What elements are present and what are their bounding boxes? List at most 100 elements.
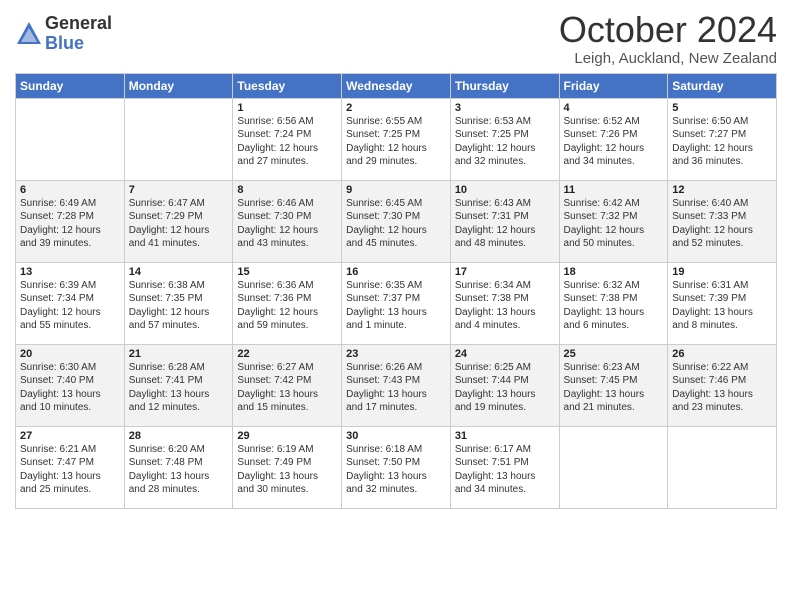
day-header: Saturday bbox=[668, 73, 777, 98]
day-number: 2 bbox=[346, 102, 446, 114]
location: Leigh, Auckland, New Zealand bbox=[559, 50, 777, 67]
day-number: 29 bbox=[237, 430, 337, 442]
day-number: 17 bbox=[455, 266, 555, 278]
calendar-cell: 5 Sunrise: 6:50 AM Sunset: 7:27 PM Daylig… bbox=[668, 98, 777, 180]
calendar-cell: 31 Sunrise: 6:17 AM Sunset: 7:51 PM Dayli… bbox=[450, 426, 559, 508]
page: General Blue October 2024 Leigh, Aucklan… bbox=[0, 0, 792, 612]
calendar-cell: 13Sunrise: 6:39 AM Sunset: 7:34 PM Dayli… bbox=[16, 262, 125, 344]
day-info: Sunrise: 6:18 AM Sunset: 7:50 PM Dayligh… bbox=[346, 444, 427, 496]
day-info: Sunrise: 6:26 AM Sunset: 7:43 PM Dayligh… bbox=[346, 362, 427, 414]
month-title: October 2024 bbox=[559, 10, 777, 50]
logo: General Blue bbox=[15, 14, 112, 54]
day-info: Sunrise: 6:34 AM Sunset: 7:38 PM Dayligh… bbox=[455, 280, 536, 332]
week-row: 1 Sunrise: 6:56 AM Sunset: 7:24 PM Daylig… bbox=[16, 98, 777, 180]
day-number: 5 bbox=[672, 102, 772, 114]
day-header: Thursday bbox=[450, 73, 559, 98]
day-number: 16 bbox=[346, 266, 446, 278]
calendar-cell: 27 Sunrise: 6:21 AM Sunset: 7:47 PM Dayli… bbox=[16, 426, 125, 508]
day-number: 3 bbox=[455, 102, 555, 114]
calendar-cell: 2 Sunrise: 6:55 AM Sunset: 7:25 PM Daylig… bbox=[342, 98, 451, 180]
calendar-cell: 25 Sunrise: 6:23 AM Sunset: 7:45 PM Dayli… bbox=[559, 344, 668, 426]
week-row: 13Sunrise: 6:39 AM Sunset: 7:34 PM Dayli… bbox=[16, 262, 777, 344]
day-number: 14 bbox=[129, 266, 229, 278]
calendar-cell: 23 Sunrise: 6:26 AM Sunset: 7:43 PM Dayli… bbox=[342, 344, 451, 426]
day-info: Sunrise: 6:30 AM Sunset: 7:40 PM Dayligh… bbox=[20, 362, 101, 414]
logo-general: General bbox=[45, 14, 112, 34]
logo-icon bbox=[15, 20, 43, 48]
calendar-cell: 18 Sunrise: 6:32 AM Sunset: 7:38 PM Dayli… bbox=[559, 262, 668, 344]
day-info: Sunrise: 6:43 AM Sunset: 7:31 PM Dayligh… bbox=[455, 198, 536, 250]
day-number: 8 bbox=[237, 184, 337, 196]
day-info: Sunrise: 6:49 AM Sunset: 7:28 PM Dayligh… bbox=[20, 198, 101, 250]
calendar-cell: 14 Sunrise: 6:38 AM Sunset: 7:35 PM Dayli… bbox=[124, 262, 233, 344]
calendar-cell bbox=[16, 98, 125, 180]
calendar-cell: 30Sunrise: 6:18 AM Sunset: 7:50 PM Dayli… bbox=[342, 426, 451, 508]
day-number: 18 bbox=[564, 266, 664, 278]
calendar-cell: 16 Sunrise: 6:35 AM Sunset: 7:37 PM Dayli… bbox=[342, 262, 451, 344]
day-info: Sunrise: 6:25 AM Sunset: 7:44 PM Dayligh… bbox=[455, 362, 536, 414]
day-number: 9 bbox=[346, 184, 446, 196]
calendar-cell: 17 Sunrise: 6:34 AM Sunset: 7:38 PM Dayli… bbox=[450, 262, 559, 344]
day-info: Sunrise: 6:45 AM Sunset: 7:30 PM Dayligh… bbox=[346, 198, 427, 250]
day-info: Sunrise: 6:17 AM Sunset: 7:51 PM Dayligh… bbox=[455, 444, 536, 496]
day-info: Sunrise: 6:50 AM Sunset: 7:27 PM Dayligh… bbox=[672, 116, 753, 168]
day-number: 4 bbox=[564, 102, 664, 114]
day-info: Sunrise: 6:46 AM Sunset: 7:30 PM Dayligh… bbox=[237, 198, 318, 250]
day-info: Sunrise: 6:40 AM Sunset: 7:33 PM Dayligh… bbox=[672, 198, 753, 250]
day-info: Sunrise: 6:42 AM Sunset: 7:32 PM Dayligh… bbox=[564, 198, 645, 250]
day-info: Sunrise: 6:19 AM Sunset: 7:49 PM Dayligh… bbox=[237, 444, 318, 496]
day-number: 19 bbox=[672, 266, 772, 278]
calendar-cell: 28 Sunrise: 6:20 AM Sunset: 7:48 PM Dayli… bbox=[124, 426, 233, 508]
day-header: Tuesday bbox=[233, 73, 342, 98]
week-row: 27 Sunrise: 6:21 AM Sunset: 7:47 PM Dayli… bbox=[16, 426, 777, 508]
day-number: 23 bbox=[346, 348, 446, 360]
day-header: Sunday bbox=[16, 73, 125, 98]
day-number: 12 bbox=[672, 184, 772, 196]
day-info: Sunrise: 6:38 AM Sunset: 7:35 PM Dayligh… bbox=[129, 280, 210, 332]
calendar-cell: 15 Sunrise: 6:36 AM Sunset: 7:36 PM Dayli… bbox=[233, 262, 342, 344]
day-info: Sunrise: 6:20 AM Sunset: 7:48 PM Dayligh… bbox=[129, 444, 210, 496]
calendar-cell: 9 Sunrise: 6:45 AM Sunset: 7:30 PM Daylig… bbox=[342, 180, 451, 262]
calendar-cell: 8 Sunrise: 6:46 AM Sunset: 7:30 PM Daylig… bbox=[233, 180, 342, 262]
day-number: 1 bbox=[237, 102, 337, 114]
calendar-cell: 12 Sunrise: 6:40 AM Sunset: 7:33 PM Dayli… bbox=[668, 180, 777, 262]
day-info: Sunrise: 6:56 AM Sunset: 7:24 PM Dayligh… bbox=[237, 116, 318, 168]
day-info: Sunrise: 6:39 AM Sunset: 7:34 PM Dayligh… bbox=[20, 280, 101, 332]
day-number: 26 bbox=[672, 348, 772, 360]
day-info: Sunrise: 6:23 AM Sunset: 7:45 PM Dayligh… bbox=[564, 362, 645, 414]
day-number: 20 bbox=[20, 348, 120, 360]
day-number: 27 bbox=[20, 430, 120, 442]
day-header: Friday bbox=[559, 73, 668, 98]
calendar-cell: 6 Sunrise: 6:49 AM Sunset: 7:28 PM Daylig… bbox=[16, 180, 125, 262]
calendar-cell bbox=[124, 98, 233, 180]
day-number: 25 bbox=[564, 348, 664, 360]
week-row: 20 Sunrise: 6:30 AM Sunset: 7:40 PM Dayli… bbox=[16, 344, 777, 426]
calendar-cell: 3 Sunrise: 6:53 AM Sunset: 7:25 PM Daylig… bbox=[450, 98, 559, 180]
day-number: 21 bbox=[129, 348, 229, 360]
calendar-cell: 7Sunrise: 6:47 AM Sunset: 7:29 PM Daylig… bbox=[124, 180, 233, 262]
day-number: 28 bbox=[129, 430, 229, 442]
day-info: Sunrise: 6:36 AM Sunset: 7:36 PM Dayligh… bbox=[237, 280, 318, 332]
day-number: 15 bbox=[237, 266, 337, 278]
day-number: 6 bbox=[20, 184, 120, 196]
day-info: Sunrise: 6:27 AM Sunset: 7:42 PM Dayligh… bbox=[237, 362, 318, 414]
day-info: Sunrise: 6:32 AM Sunset: 7:38 PM Dayligh… bbox=[564, 280, 645, 332]
day-info: Sunrise: 6:21 AM Sunset: 7:47 PM Dayligh… bbox=[20, 444, 101, 496]
day-number: 31 bbox=[455, 430, 555, 442]
day-info: Sunrise: 6:47 AM Sunset: 7:29 PM Dayligh… bbox=[129, 198, 210, 250]
calendar-cell: 29 Sunrise: 6:19 AM Sunset: 7:49 PM Dayli… bbox=[233, 426, 342, 508]
calendar-cell: 22Sunrise: 6:27 AM Sunset: 7:42 PM Dayli… bbox=[233, 344, 342, 426]
calendar-cell: 20 Sunrise: 6:30 AM Sunset: 7:40 PM Dayli… bbox=[16, 344, 125, 426]
day-header: Wednesday bbox=[342, 73, 451, 98]
day-info: Sunrise: 6:55 AM Sunset: 7:25 PM Dayligh… bbox=[346, 116, 427, 168]
day-info: Sunrise: 6:53 AM Sunset: 7:25 PM Dayligh… bbox=[455, 116, 536, 168]
calendar-cell: 1 Sunrise: 6:56 AM Sunset: 7:24 PM Daylig… bbox=[233, 98, 342, 180]
logo-blue: Blue bbox=[45, 34, 112, 54]
day-info: Sunrise: 6:31 AM Sunset: 7:39 PM Dayligh… bbox=[672, 280, 753, 332]
calendar-cell: 26 Sunrise: 6:22 AM Sunset: 7:46 PM Dayli… bbox=[668, 344, 777, 426]
day-info: Sunrise: 6:35 AM Sunset: 7:37 PM Dayligh… bbox=[346, 280, 427, 332]
calendar-cell bbox=[668, 426, 777, 508]
day-info: Sunrise: 6:22 AM Sunset: 7:46 PM Dayligh… bbox=[672, 362, 753, 414]
calendar-cell bbox=[559, 426, 668, 508]
header: General Blue October 2024 Leigh, Aucklan… bbox=[15, 10, 777, 67]
